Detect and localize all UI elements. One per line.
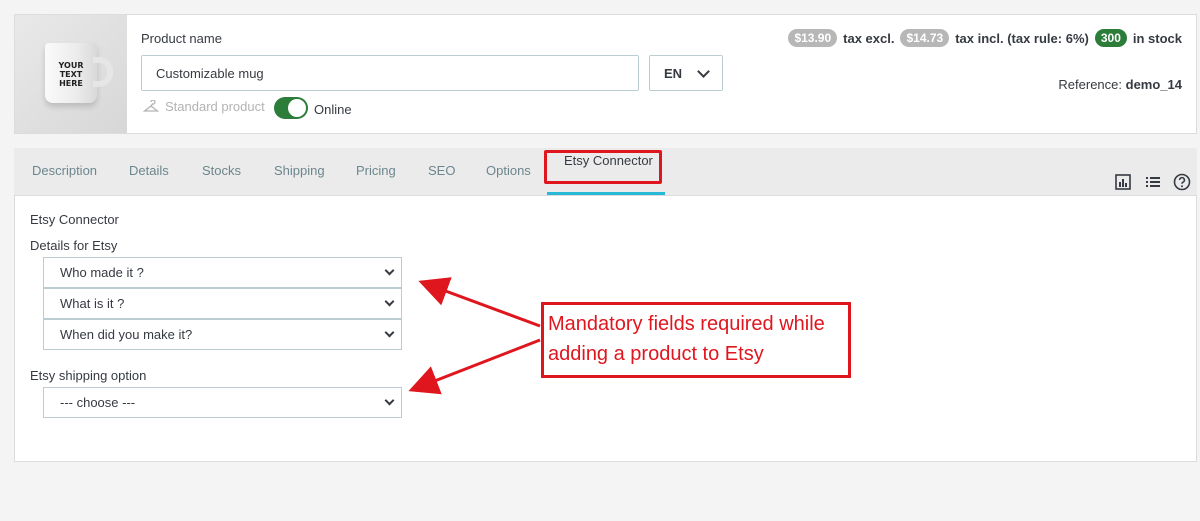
help-icon[interactable] <box>1173 173 1191 191</box>
tab-pricing[interactable]: Pricing <box>356 148 396 194</box>
chevron-down-icon <box>697 65 710 78</box>
price-excl-label: tax excl. <box>843 30 895 46</box>
hanger-icon <box>143 99 159 112</box>
select-value: What is it ? <box>60 296 125 311</box>
product-image[interactable]: YOUR TEXT HERE <box>15 15 127 133</box>
section-title: Etsy Connector <box>30 212 119 227</box>
price-excl-badge: $13.90 <box>788 29 838 47</box>
annotation-line-2: adding a product to Etsy <box>548 343 764 365</box>
chevron-down-icon <box>384 265 395 276</box>
tab-seo[interactable]: SEO <box>428 148 455 194</box>
list-icon[interactable] <box>1144 173 1162 191</box>
tab-description[interactable]: Description <box>32 148 97 194</box>
details-for-etsy-label: Details for Etsy <box>30 238 118 253</box>
product-type-label: Standard product <box>165 99 265 114</box>
annotation-callout: Mandatory fields required while adding a… <box>541 302 851 378</box>
language-select[interactable]: EN <box>649 55 723 91</box>
bar-chart-icon[interactable] <box>1114 173 1132 191</box>
shipping-option-select[interactable]: --- choose --- <box>43 387 402 418</box>
product-header: YOUR TEXT HERE Product name EN Standard … <box>14 14 1197 134</box>
toggle-knob <box>288 99 306 117</box>
product-name-label: Product name <box>141 31 222 46</box>
who-made-it-select[interactable]: Who made it ? <box>43 257 402 288</box>
mug-print-text: YOUR TEXT HERE <box>58 61 84 88</box>
tab-highlight-box <box>544 150 662 184</box>
tab-stocks[interactable]: Stocks <box>202 148 241 194</box>
chevron-down-icon <box>384 296 395 307</box>
reference-value: demo_14 <box>1125 77 1182 92</box>
what-is-it-select[interactable]: What is it ? <box>43 288 402 319</box>
reference: Reference: demo_14 <box>1058 77 1182 92</box>
language-value: EN <box>664 65 683 81</box>
price-incl-label: tax incl. (tax rule: 6%) <box>955 30 1089 46</box>
price-summary: $13.90 tax excl. $14.73 tax incl. (tax r… <box>788 29 1182 47</box>
product-tabs: Description Details Stocks Shipping Pric… <box>14 148 1197 196</box>
select-value: When did you make it? <box>60 327 193 342</box>
annotation-line-1: Mandatory fields required while <box>548 313 825 335</box>
online-toggle[interactable] <box>274 97 308 119</box>
chevron-down-icon <box>384 327 395 338</box>
active-tab-underline <box>547 192 665 195</box>
stock-label: in stock <box>1132 30 1182 46</box>
reference-label: Reference: <box>1058 77 1122 92</box>
online-label: Online <box>314 102 352 117</box>
product-name-input[interactable] <box>141 55 639 91</box>
price-incl-badge: $14.73 <box>900 29 950 47</box>
mug-handle <box>93 57 113 87</box>
when-made-select[interactable]: When did you make it? <box>43 319 402 350</box>
select-value: --- choose --- <box>60 395 136 410</box>
tab-options[interactable]: Options <box>486 148 531 194</box>
chevron-down-icon <box>384 395 395 406</box>
product-type-selector[interactable]: Standard product <box>143 99 265 114</box>
shipping-option-label: Etsy shipping option <box>30 368 147 383</box>
stock-badge: 300 <box>1094 29 1127 47</box>
tab-details[interactable]: Details <box>129 148 169 194</box>
tab-shipping[interactable]: Shipping <box>274 148 325 194</box>
select-value: Who made it ? <box>60 265 144 280</box>
